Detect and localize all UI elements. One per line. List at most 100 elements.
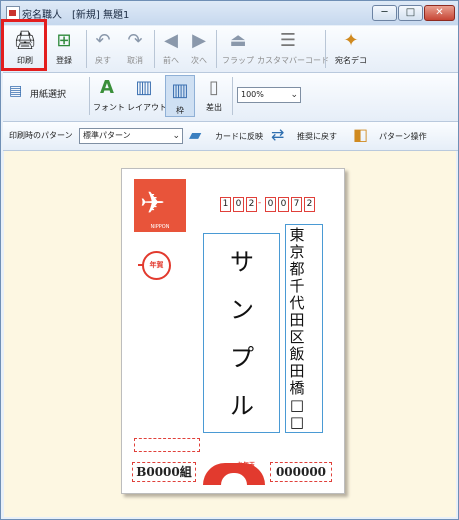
redo-icon: ↷ [127,30,143,51]
stamp-image: ✈ NIPPON [134,179,186,232]
zoom-select[interactable]: 100% ⌄ [237,87,301,103]
toolbar-separator [325,30,326,68]
address-char: 千 [289,277,305,295]
font-icon: A [100,77,114,98]
arrow-left-icon: ◀ [164,30,178,51]
flap-icon: ⏏ [229,30,247,51]
pattern-ops-icon: ◧ [353,125,369,144]
chevron-down-icon: ⌄ [290,90,298,100]
card-icon: ▰ [189,125,202,144]
address-char: 代 [289,294,305,312]
sender-zip-frame[interactable] [134,438,200,452]
address-deco-icon: ✦ [343,30,359,51]
address-char: 田 [289,362,305,380]
cancel-button[interactable]: ↷ 取消 [121,26,149,70]
lottery-number: 000000 [270,462,332,482]
restore-recommended-button[interactable]: ⇄ 推奨に戻す [271,125,349,147]
paper-select-button[interactable]: ▤ 用紙選択 [9,81,81,105]
undo-button[interactable]: ↶ 戻す [89,26,117,70]
postcard[interactable]: ✈ NIPPON 1 0 2 - 0 0 7 2 年賀 サ ン プ ル 東 京 … [121,168,345,494]
recipient-name-char: プ [230,344,254,372]
fan-icon [203,463,265,485]
layout-icon: ▥ [135,77,153,98]
recipient-name-char: ル [230,392,254,420]
layout-toolbar: ▤ 用紙選択 A フォント ▥ レイアウト ▥ 枠 ▯ 差出 100% ⌄ [3,73,458,122]
pattern-select[interactable]: 標準パターン ⌄ [79,128,183,144]
prev-label: 前へ [163,56,179,65]
address-deco-label: 宛名デコ [335,56,367,65]
address-char: 飯 [289,345,305,363]
zip-digit[interactable]: 2 [304,197,315,212]
cancel-label: 取消 [127,56,143,65]
zip-digit[interactable]: 0 [265,197,276,212]
prev-button[interactable]: ◀ 前へ [159,26,183,70]
zip-digit[interactable]: 0 [278,197,289,212]
font-label: フォント [93,103,125,112]
paper-icon: ▤ [9,83,23,99]
apply-card-button[interactable]: ▰ カードに反映 [189,125,269,147]
address-char: □ [289,413,305,431]
close-button[interactable]: ✕ [424,5,455,21]
recipient-name-char: ン [230,296,254,324]
otoshidama-text: お年玉 [237,462,256,469]
flap-label: フラップ [222,56,254,65]
undo-label: 戻す [95,56,111,65]
card-workspace: ✈ NIPPON 1 0 2 - 0 0 7 2 年賀 サ ン プ ル 東 京 … [4,151,456,517]
sender-button[interactable]: ▯ 差出 [201,73,227,117]
app-window: 宛名職人 [新規] 無題1 ─ □ ✕ 🖨 印刷 ⊞ 登録 ↶ 戻す ↷ 取消 … [0,0,459,520]
arrow-right-icon: ▶ [192,30,206,51]
toolbar-separator [154,30,155,68]
pattern-ops-label: パターン操作 [379,132,427,141]
address-char: 東 [289,226,305,244]
font-button[interactable]: A フォント [93,73,125,117]
zip-digit[interactable]: 7 [291,197,302,212]
register-label: 登録 [56,56,72,65]
frame-button[interactable]: ▥ 枠 [165,75,195,117]
custom-barcode-label: カスタマバーコード [257,56,329,65]
zip-dash: - [258,198,262,208]
address-char: 京 [289,243,305,261]
paper-select-label: 用紙選択 [30,90,67,100]
lottery-group-number: B0000組 [132,462,196,482]
recipient-address-frame[interactable]: 東 京 都 千 代 田 区 飯 田 橋 □ □ [285,224,323,433]
address-char: 区 [289,328,305,346]
toolbar-separator [86,30,87,68]
next-button[interactable]: ▶ 次へ [187,26,211,70]
toolbar-separator [232,77,233,115]
title-bar: 宛名職人 [新規] 無題1 ─ □ ✕ [1,1,458,25]
main-toolbar: 🖨 印刷 ⊞ 登録 ↶ 戻す ↷ 取消 ◀ 前へ ▶ 次へ ⏏ フラップ ☰ カ… [3,26,458,73]
address-char: 田 [289,311,305,329]
pattern-toolbar: 印刷時のパターン 標準パターン ⌄ ▰ カードに反映 ⇄ 推奨に戻す ◧ パター… [3,122,458,151]
zoom-value: 100% [241,90,264,99]
sender-label: 差出 [206,103,222,112]
frame-label: 枠 [176,106,184,115]
custom-barcode-button[interactable]: ☰ カスタマバーコード [257,26,329,70]
frame-icon: ▥ [171,80,189,101]
chevron-down-icon: ⌄ [172,131,180,141]
pattern-ops-button[interactable]: ◧ パターン操作 [353,125,443,147]
next-label: 次へ [191,56,207,65]
sender-icon: ▯ [209,77,219,98]
register-button[interactable]: ⊞ 登録 [49,26,79,70]
address-deco-button[interactable]: ✦ 宛名デコ [329,26,373,70]
flap-button[interactable]: ⏏ フラップ [221,26,255,70]
minimize-button[interactable]: ─ [372,5,397,21]
zip-digit[interactable]: 2 [246,197,257,212]
maximize-button[interactable]: □ [398,5,423,21]
apply-card-label: カードに反映 [215,132,263,141]
layout-label: レイアウト [127,103,167,112]
address-char: □ [289,396,305,414]
toolbar-separator [216,30,217,68]
recipient-name-frame[interactable]: サ ン プ ル [203,233,280,433]
layout-button[interactable]: ▥ レイアウト [127,73,167,117]
print-button-highlight [1,19,47,71]
pattern-value: 標準パターン [83,131,131,140]
nenga-mark: 年賀 [138,251,171,280]
otoshidama-mark: お年玉 [203,460,265,486]
undo-icon: ↶ [95,30,111,51]
zip-digit[interactable]: 1 [220,197,231,212]
restore-recommended-label: 推奨に戻す [297,132,337,141]
restore-icon: ⇄ [271,125,285,144]
zip-digit[interactable]: 0 [233,197,244,212]
pattern-label: 印刷時のパターン [9,131,73,140]
